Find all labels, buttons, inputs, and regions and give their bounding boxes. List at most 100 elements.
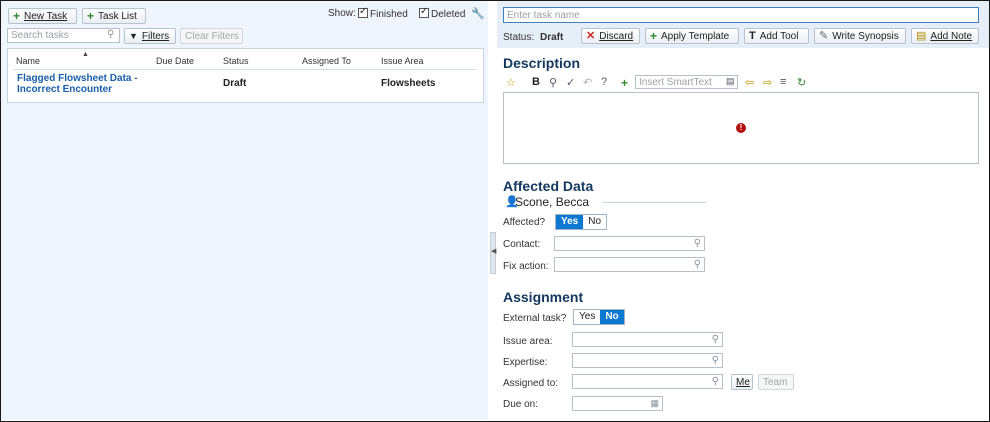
write-synopsis-button[interactable]: ✎ Write Synopsis	[814, 28, 906, 44]
collapse-handle[interactable]: ◀	[490, 232, 496, 274]
collapse-arrow-icon: ◀	[491, 248, 497, 255]
search-icon: ⚲	[711, 376, 719, 387]
plus-icon: +	[650, 29, 658, 43]
expertise-input[interactable]: ⚲	[572, 353, 723, 368]
find-icon[interactable]: ⚲	[549, 76, 557, 89]
task-list-button[interactable]: + Task List	[82, 8, 146, 24]
apply-template-button[interactable]: + Apply Template	[645, 28, 739, 44]
arrow-right-icon[interactable]: ⇨	[763, 76, 772, 89]
calendar-icon[interactable]: ▦	[650, 398, 659, 409]
sort-ascending-icon: ▲	[82, 51, 89, 58]
plus-icon: +	[13, 9, 21, 23]
issue-area-input[interactable]: ⚲	[572, 332, 723, 347]
fix-action-input[interactable]: ⚲	[554, 257, 705, 272]
smarttext-input[interactable]	[635, 75, 738, 89]
search-tasks-input[interactable]	[7, 28, 120, 43]
task-issue-area: Flowsheets	[381, 78, 436, 89]
external-task-toggle[interactable]: Yes No	[573, 309, 625, 325]
undo-icon[interactable]: ↶	[583, 76, 592, 89]
patient-divider	[602, 202, 706, 203]
apply-template-label: Apply Template	[661, 30, 730, 42]
me-label: Me	[736, 376, 750, 388]
task-name-line1[interactable]: Flagged Flowsheet Data -	[17, 73, 138, 84]
add-note-label: Add Note	[930, 30, 973, 42]
contact-input[interactable]: ⚲	[554, 236, 705, 251]
add-note-button[interactable]: ▤ Add Note	[911, 28, 979, 44]
clear-filters-button[interactable]: Clear Filters	[180, 28, 243, 44]
note-icon: ▤	[916, 29, 927, 42]
pane-splitter[interactable]	[488, 1, 497, 420]
task-editor-pane: Status: Draft ✕ Discard + Apply Template…	[497, 1, 989, 420]
assigned-to-label: Assigned to:	[503, 378, 559, 389]
new-task-label: New Task	[24, 10, 68, 22]
task-list-pane: + New Task + Task List Show: Finished De…	[1, 1, 488, 420]
description-textarea[interactable]: !	[503, 92, 979, 164]
header-divider	[14, 69, 477, 70]
search-icon: ⚲	[693, 259, 701, 270]
description-heading: Description	[503, 55, 581, 71]
column-header-status[interactable]: Status	[223, 56, 249, 66]
checkbox-checked-icon	[419, 6, 429, 18]
refresh-icon[interactable]: ↻	[797, 76, 806, 89]
finished-label: Finished	[370, 9, 408, 20]
task-grid: Name ▲ Due Date Status Assigned To Issue…	[7, 48, 484, 103]
bold-icon[interactable]: B	[532, 76, 540, 88]
affected-label: Affected?	[503, 217, 546, 228]
status-label: Status:	[503, 32, 535, 43]
checkbox-checked-icon	[358, 6, 368, 18]
external-task-label: External task?	[503, 313, 567, 324]
status-value: Draft	[540, 32, 564, 43]
add-tool-button[interactable]: T Add Tool	[744, 28, 809, 44]
help-icon[interactable]: ?	[601, 76, 607, 88]
task-name-input[interactable]	[503, 7, 979, 23]
column-header-name[interactable]: Name	[16, 56, 40, 66]
finished-checkbox[interactable]: Finished	[358, 6, 408, 20]
filters-button[interactable]: ▼ Filters	[124, 28, 176, 44]
expertise-label: Expertise:	[503, 357, 548, 368]
wrench-icon[interactable]: 🔧	[471, 7, 485, 20]
list-icon[interactable]: ≡	[780, 76, 786, 88]
affected-data-heading: Affected Data	[503, 178, 594, 194]
fix-action-label: Fix action:	[503, 261, 549, 272]
issue-area-label: Issue area:	[503, 336, 553, 347]
discard-button[interactable]: ✕ Discard	[581, 28, 640, 44]
due-on-input[interactable]: ▦	[572, 396, 663, 411]
patient-name: Scone, Becca	[515, 195, 590, 209]
spellcheck-icon[interactable]: ✓	[566, 76, 575, 89]
affected-yes[interactable]: Yes	[556, 215, 584, 229]
team-label: Team	[763, 376, 788, 388]
plus-icon[interactable]: +	[621, 76, 628, 90]
funnel-icon: ▼	[129, 30, 138, 41]
column-header-due-date[interactable]: Due Date	[156, 56, 194, 66]
search-icon: ⚲	[107, 29, 115, 40]
filters-label: Filters	[141, 30, 170, 42]
external-yes[interactable]: Yes	[574, 310, 601, 324]
text-tool-icon: T	[749, 29, 756, 42]
affected-no[interactable]: No	[583, 215, 607, 229]
discard-label: Discard	[599, 30, 634, 42]
search-icon: ⚲	[711, 355, 719, 366]
assigned-to-input[interactable]: ⚲	[572, 374, 723, 389]
pencil-icon: ✎	[819, 29, 829, 42]
column-header-assigned-to[interactable]: Assigned To	[302, 56, 351, 66]
deleted-label: Deleted	[431, 9, 466, 20]
error-icon: !	[736, 123, 746, 133]
arrow-left-icon[interactable]: ⇦	[745, 76, 754, 89]
clear-filters-label: Clear Filters	[185, 30, 239, 42]
contact-label: Contact:	[503, 239, 541, 250]
search-icon: ⚲	[711, 334, 719, 345]
task-name-line2[interactable]: Incorrect Encounter	[17, 84, 112, 95]
assign-team-button[interactable]: Team	[758, 374, 794, 390]
write-synopsis-label: Write Synopsis	[832, 30, 899, 42]
affected-toggle[interactable]: Yes No	[555, 214, 608, 230]
plus-icon: +	[87, 9, 95, 23]
search-icon: ⚲	[693, 238, 701, 249]
deleted-checkbox[interactable]: Deleted	[419, 6, 466, 20]
smarttext-list-icon[interactable]: ▤	[726, 76, 735, 87]
column-header-issue-area[interactable]: Issue Area	[381, 56, 424, 66]
new-task-button[interactable]: + New Task	[8, 8, 77, 24]
due-on-label: Due on:	[503, 399, 539, 410]
external-no[interactable]: No	[600, 310, 624, 324]
assign-me-button[interactable]: Me	[731, 374, 753, 390]
star-icon[interactable]: ☆	[506, 76, 516, 89]
